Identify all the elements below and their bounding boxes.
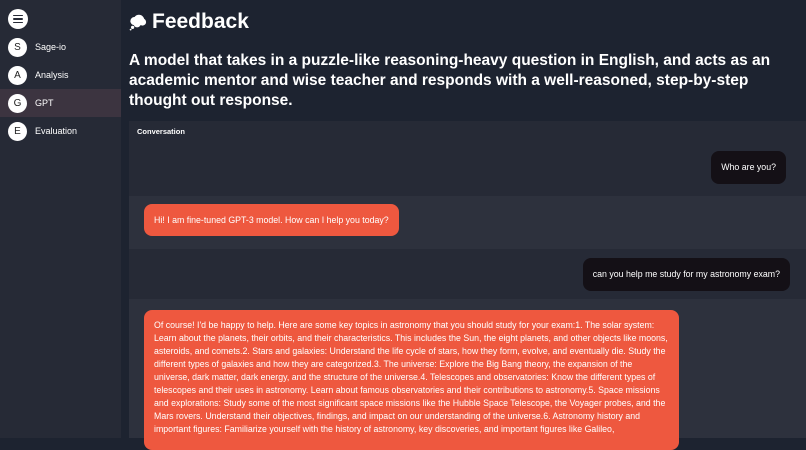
- sidebar-item-analysis[interactable]: A Analysis: [0, 61, 121, 89]
- sidebar-item-label: Analysis: [35, 70, 69, 80]
- thought-bubble-icon: [129, 14, 147, 31]
- user-message-bubble: Who are you?: [711, 151, 786, 184]
- sidebar-item-label: GPT: [35, 98, 54, 108]
- hamburger-menu-icon[interactable]: [8, 9, 28, 29]
- assistant-message-bubble: Hi! I am fine-tuned GPT-3 model. How can…: [144, 204, 399, 236]
- main-content: Feedback A model that takes in a puzzle-…: [121, 0, 806, 450]
- chat-message-row: Of course! I'd be happy to help. Here ar…: [129, 299, 806, 450]
- sidebar: S Sage-io A Analysis G GPT E Evaluation: [0, 0, 121, 438]
- page-title: Feedback: [152, 10, 249, 33]
- avatar: A: [8, 65, 27, 85]
- assistant-message-bubble: Of course! I'd be happy to help. Here ar…: [144, 310, 679, 450]
- conversation-panel: Conversation Who are you? Hi! I am fine-…: [129, 121, 806, 450]
- sidebar-item-sage-io[interactable]: S Sage-io: [0, 33, 121, 61]
- sidebar-item-label: Evaluation: [35, 126, 78, 136]
- chat-message-row: Hi! I am fine-tuned GPT-3 model. How can…: [129, 196, 806, 249]
- page-description: A model that takes in a puzzle-like reas…: [129, 52, 771, 109]
- chat-message-row: Who are you?: [129, 144, 806, 196]
- avatar: G: [8, 93, 27, 113]
- page-header: Feedback: [129, 10, 249, 34]
- conversation-label: Conversation: [137, 127, 185, 136]
- sidebar-item-label: Sage-io: [35, 42, 67, 52]
- sidebar-item-evaluation[interactable]: E Evaluation: [0, 117, 121, 145]
- user-message-bubble: can you help me study for my astronomy e…: [582, 258, 790, 291]
- avatar: S: [8, 37, 27, 57]
- sidebar-item-gpt[interactable]: G GPT: [0, 89, 121, 117]
- avatar: E: [8, 121, 27, 141]
- chat-message-row: can you help me study for my astronomy e…: [129, 249, 806, 299]
